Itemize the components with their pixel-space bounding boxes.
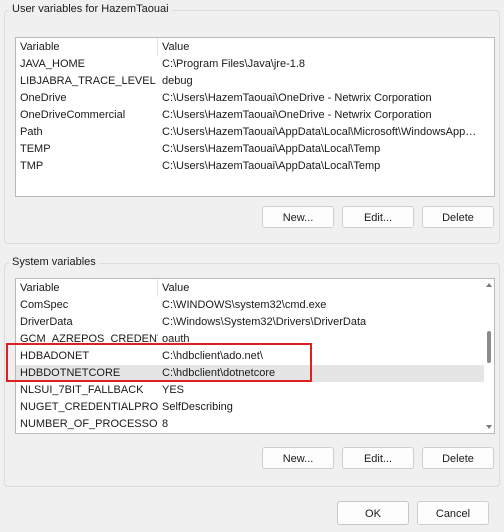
variable-value: C:\WINDOWS\system32\cmd.exe [162,299,327,311]
table-row[interactable]: NLSUI_7BIT_FALLBACK YES [16,382,494,399]
table-row-selected[interactable]: HDBDOTNETCORE C:\hdbclient\dotnetcore [16,365,494,382]
variable-name: DriverData [20,316,73,328]
variable-name: JAVA_HOME [20,58,85,70]
list-header: Variable Value [16,279,494,297]
variable-value: debug [162,75,193,87]
column-header-value[interactable]: Value [160,38,478,56]
ok-button[interactable]: OK [337,501,409,525]
variable-name: TEMP [20,143,51,155]
user-edit-button[interactable]: Edit... [342,206,414,228]
variable-name: OneDriveCommercial [20,109,126,121]
scroll-thumb[interactable] [487,331,491,363]
list-header: Variable Value [16,38,494,56]
variable-value: 8 [162,418,169,430]
variable-name: OneDrive [20,92,67,104]
variable-name: NUMBER_OF_PROCESSORS [20,418,158,430]
user-variables-list[interactable]: Variable Value JAVA_HOME C:\Program File… [15,37,495,197]
variable-name: ComSpec [20,299,69,311]
variable-name: NLSUI_7BIT_FALLBACK [20,384,144,396]
table-row[interactable]: JAVA_HOME C:\Program Files\Java\jre-1.8 [16,56,494,73]
variable-value: YES [162,384,185,396]
table-row[interactable]: Path C:\Users\HazemTaouai\AppData\Local\… [16,124,494,141]
variable-value: oauth [162,333,190,345]
scroll-up-arrow-icon[interactable] [486,283,492,287]
table-row[interactable]: TEMP C:\Users\HazemTaouai\AppData\Local\… [16,141,494,158]
user-variables-group: User variables for HazemTaouai Variable … [4,3,500,244]
variable-name: GCM_AZREPOS_CREDENTI... [20,333,158,345]
user-variables-title: User variables for HazemTaouai [9,3,172,15]
vertical-scrollbar[interactable] [484,279,494,433]
system-variables-group: System variables Variable Value ComSpec … [4,256,500,487]
variable-value: C:\Users\HazemTaouai\AppData\Local\Micro… [162,126,478,138]
variable-name: NUGET_CREDENTIALPROVI... [20,401,158,413]
variable-value: C:\Users\HazemTaouai\AppData\Local\Temp [162,160,381,172]
column-header-value[interactable]: Value [160,279,468,297]
variable-value: C:\hdbclient\ado.net\ [162,350,263,362]
system-variables-list[interactable]: Variable Value ComSpec C:\WINDOWS\system… [15,278,495,434]
column-header-variable[interactable]: Variable [16,279,158,297]
table-row[interactable]: OneDrive C:\Users\HazemTaouai\OneDrive -… [16,90,494,107]
user-new-button[interactable]: New... [262,206,334,228]
system-variables-title: System variables [9,256,99,268]
variable-name: Path [20,126,43,138]
user-delete-button[interactable]: Delete [422,206,494,228]
variable-value: C:\Program Files\Java\jre-1.8 [162,58,306,70]
table-row[interactable]: HDBADONET C:\hdbclient\ado.net\ [16,348,494,365]
column-header-variable[interactable]: Variable [16,38,158,56]
system-delete-button[interactable]: Delete [422,447,494,469]
variable-value: C:\Windows\System32\Drivers\DriverData [162,316,367,328]
table-row[interactable]: NUMBER_OF_PROCESSORS 8 [16,416,494,433]
variable-value: C:\Users\HazemTaouai\OneDrive - Netwrix … [162,109,432,121]
variable-value: C:\Users\HazemTaouai\AppData\Local\Temp [162,143,381,155]
table-row[interactable]: OneDriveCommercial C:\Users\HazemTaouai\… [16,107,494,124]
variable-name: HDBDOTNETCORE [20,367,121,379]
variable-value: C:\Users\HazemTaouai\OneDrive - Netwrix … [162,92,432,104]
variable-name: TMP [20,160,44,172]
variable-value: C:\hdbclient\dotnetcore [162,367,276,379]
variable-name: LIBJABRA_TRACE_LEVEL [20,75,156,87]
table-row[interactable]: LIBJABRA_TRACE_LEVEL debug [16,73,494,90]
system-new-button[interactable]: New... [262,447,334,469]
variable-name: HDBADONET [20,350,90,362]
table-row[interactable]: GCM_AZREPOS_CREDENTI... oauth [16,331,494,348]
scroll-down-arrow-icon[interactable] [486,425,492,429]
table-row[interactable]: NUGET_CREDENTIALPROVI... SelfDescribing [16,399,494,416]
cancel-button[interactable]: Cancel [417,501,489,525]
variable-value: SelfDescribing [162,401,233,413]
table-row[interactable]: TMP C:\Users\HazemTaouai\AppData\Local\T… [16,158,494,175]
system-edit-button[interactable]: Edit... [342,447,414,469]
table-row[interactable]: DriverData C:\Windows\System32\Drivers\D… [16,314,494,331]
table-row[interactable]: ComSpec C:\WINDOWS\system32\cmd.exe [16,297,494,314]
